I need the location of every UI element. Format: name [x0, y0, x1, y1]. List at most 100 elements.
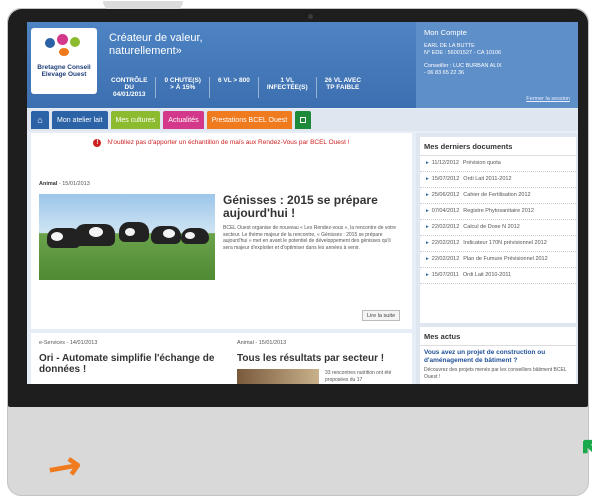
article2-category: e-Services [39, 340, 65, 346]
featured-title[interactable]: Génisses : 2015 se prépare aujourd'hui ! [223, 194, 403, 220]
document-name: Ordi Lait 2011-2012 [463, 176, 512, 182]
document-name: Cahier de Fertilisation 2012 [463, 192, 531, 198]
stat-vl-800[interactable]: 6 VL > 800 [208, 77, 258, 98]
stat-line: TP FAIBLE [326, 84, 360, 91]
document-date: 15/07/2012 [431, 176, 460, 182]
stat-line: 6 VL > 800 [217, 77, 250, 84]
bullet-icon: ▸ [426, 176, 429, 182]
document-date: 22/02/2012 [431, 240, 460, 246]
stat-infected[interactable]: 1 VL INFECTÉE(S) [257, 77, 316, 98]
article3-thumbnail[interactable] [237, 369, 319, 384]
stat-line: 26 VL AVEC [324, 77, 362, 84]
tab-actualites[interactable]: Actualités [163, 111, 204, 129]
alert-text: N'oubliez pas d'apporter un échantillon … [107, 139, 350, 146]
read-more-button[interactable]: Lire la suite [362, 310, 401, 321]
document-name: Calcul de Dose N 2012 [463, 224, 520, 230]
logo-orange-shape [59, 48, 69, 56]
cow-spot [89, 227, 103, 237]
home-icon[interactable]: ⌂ [31, 111, 49, 129]
bullet-icon: ▸ [426, 256, 429, 262]
sidebar: Mes derniers documents ▸ 11/12/2012 Prévis… [416, 133, 578, 384]
green-arrow-icon: ↖ [578, 428, 592, 468]
document-item[interactable]: ▸ 15/07/2011 Ordi Lait 2010-2011 [420, 268, 576, 284]
document-name: Indicateur 170N prévisionnel 2012 [463, 240, 547, 246]
cows-photo[interactable] [39, 194, 215, 280]
tab-mon-atelier-lait[interactable]: Mon atelier lait [52, 111, 108, 129]
logo-green-shape [70, 37, 80, 47]
article3-category: Animal [237, 340, 254, 346]
tagline-line2: naturellement» [109, 45, 182, 57]
account-phone: - 06 83 65 22 36 [424, 70, 465, 76]
document-name: Plan de Fumure Prévisionnel 2012 [463, 256, 548, 262]
window-glyph [300, 117, 307, 123]
documents-title: Mes derniers documents [420, 137, 576, 156]
account-farm: EARL DE LA BUTTE [424, 43, 475, 49]
article3-meta: Animal - 15/01/2013 [237, 340, 286, 346]
bcel-logo[interactable]: Bretagne Conseil Elevage Ouest [31, 28, 97, 94]
article3-date: - 15/01/2013 [255, 340, 287, 346]
actus-headline[interactable]: Vous avez un projet de construction ou d… [420, 346, 576, 367]
account-advisor: Conseiller : LUC BURBAN ALIX [424, 63, 502, 69]
actus-body: Découvrez des projets menés par les cons… [424, 367, 567, 380]
alert-banner[interactable]: ! N'oubliez pas d'apporter un échantillon… [31, 133, 412, 153]
document-name: Registre Phytosanitaire 2012 [463, 208, 534, 214]
account-title: Mon Compte [424, 28, 467, 37]
bullet-icon: ▸ [426, 240, 429, 246]
article3-body: 33 rencontres nutrition ont été proposée… [325, 370, 392, 383]
document-item[interactable]: ▸ 11/12/2012 Prévision quota [420, 156, 576, 172]
green-square-icon[interactable] [295, 111, 312, 129]
cow-spot [125, 228, 135, 236]
web-page: Bretagne Conseil Elevage Ouest Créateur … [27, 22, 578, 384]
logo-pink-shape [57, 34, 68, 45]
cow-spot [185, 232, 195, 239]
stat-line: 0 CHUTE(S) [164, 77, 201, 84]
account-panel: Mon Compte EARL DE LA BUTTE N° EDE : 560… [416, 22, 578, 108]
main-content: ! N'oubliez pas d'apporter un échantillon… [31, 133, 412, 384]
document-item[interactable]: ▸ 15/07/2012 Ordi Lait 2011-2012 [420, 172, 576, 188]
featured-date: - 15/01/2013 [58, 181, 90, 187]
main-nav: ⌂ Mon atelier lait Mes cultures Actualit… [27, 109, 578, 131]
site-header: Bretagne Conseil Elevage Ouest Créateur … [27, 22, 578, 108]
actus-box: Mes actus Vous avez un projet de constru… [420, 327, 576, 384]
document-date: 22/02/2012 [431, 224, 460, 230]
stat-line: INFECTÉE(S) [266, 84, 308, 91]
cow-shape [75, 224, 115, 246]
document-item[interactable]: ▸ 07/04/2012 Registre Phytosanitaire 2012 [420, 204, 576, 220]
document-item[interactable]: ▸ 25/06/2012 Cahier de Fertilisation 2012 [420, 188, 576, 204]
document-item[interactable]: ▸ 22/02/2012 Plan de Fumure Prévisionnel 2… [420, 252, 576, 268]
logo-blue-shape [45, 38, 55, 48]
documents-box: Mes derniers documents ▸ 11/12/2012 Prévis… [420, 137, 576, 323]
article2-date: - 14/01/2013 [66, 340, 98, 346]
document-name: Prévision quota [462, 160, 501, 166]
stat-control[interactable]: CONTRÔLE DU 04/01/2013 [103, 77, 155, 98]
actus-title: Mes actus [420, 327, 576, 346]
account-ede: N° EDE : 56001527 - CA 10106 [424, 50, 502, 56]
tab-mes-cultures[interactable]: Mes cultures [110, 111, 161, 129]
document-date: 07/04/2012 [431, 208, 460, 214]
tagline: Créateur de valeur, naturellement» [109, 32, 203, 58]
bullet-icon: ▸ [426, 192, 429, 198]
section-divider [31, 329, 412, 333]
article2-title[interactable]: Ori - Automate simplifie l'échange de do… [39, 353, 219, 375]
stat-chutes[interactable]: 0 CHUTE(S) > À 15% [155, 77, 208, 98]
bullet-icon: ▸ [426, 208, 429, 214]
document-name: Ordi Lait 2010-2011 [462, 272, 512, 278]
document-date: 11/12/2012 [431, 160, 459, 166]
stat-line: 1 VL [280, 77, 295, 84]
camera-dot [308, 14, 313, 19]
tab-prestations[interactable]: Prestations BCEL Ouest [206, 111, 293, 129]
document-date: 25/06/2012 [431, 192, 460, 198]
bullet-icon: ▸ [426, 224, 429, 230]
document-item[interactable]: ▸ 22/02/2012 Indicateur 170N prévisionnel … [420, 236, 576, 252]
cow-shape [119, 222, 149, 242]
stat-line: > À 15% [170, 84, 196, 91]
stat-tp-faible[interactable]: 26 VL AVEC TP FAIBLE [315, 77, 369, 98]
stat-line: 04/01/2013 [112, 91, 146, 98]
alert-icon: ! [93, 139, 102, 147]
cow-spot [51, 232, 63, 241]
stat-line: CONTRÔLE [111, 77, 148, 84]
article2-meta: e-Services - 14/01/2013 [39, 340, 97, 346]
logout-link[interactable]: Fermer la session [526, 96, 570, 102]
document-item[interactable]: ▸ 22/02/2012 Calcul de Dose N 2012 [420, 220, 576, 236]
article3-title[interactable]: Tous les résultats par secteur ! [237, 353, 407, 364]
